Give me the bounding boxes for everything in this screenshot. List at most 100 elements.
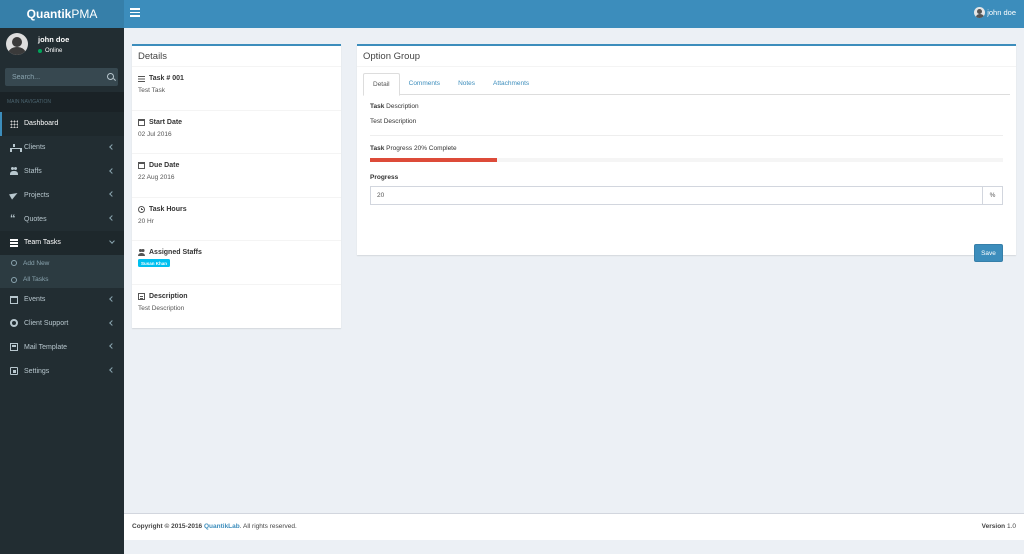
sidebar-item-label: Team Tasks [24, 239, 61, 247]
detail-value: Test Task [138, 87, 165, 94]
users-icon [138, 249, 145, 257]
quote-icon: “ [10, 213, 16, 226]
sidebar-item-clients[interactable]: Clients [0, 136, 124, 160]
version: Version 1.0 [981, 523, 1016, 530]
circle-icon [11, 260, 17, 267]
chevron-left-icon [109, 167, 115, 174]
avatar [6, 33, 28, 55]
save-button[interactable]: Save [974, 244, 1003, 262]
sidebar-item-label: Quotes [24, 215, 47, 223]
sidebar-item-dashboard[interactable]: Dashboard [0, 112, 124, 136]
details-title: Details [132, 46, 341, 67]
sidebar-item-label: Staffs [24, 167, 42, 175]
clock-icon [138, 205, 145, 213]
detail-label: Assigned Staffs [149, 249, 202, 257]
option-group-box: Option Group Detail Comments Notes Attac… [357, 44, 1016, 262]
nav-header: MAIN NAVIGATION [0, 92, 124, 112]
progress-heading: Task Progress 20% Complete [370, 145, 457, 152]
detail-value: 02 Jul 2016 [138, 130, 172, 138]
detail-row-start-date: Start Date 02 Jul 2016 [132, 111, 341, 155]
footer: Copyright © 2015-2016 QuantikLab. All ri… [124, 513, 1024, 540]
tab-detail[interactable]: Detail [363, 73, 400, 96]
sidebar: john doe Online MAIN NAVIGATION Dashboar… [0, 28, 124, 554]
chevron-left-icon [109, 295, 115, 302]
sidebar-item-staffs[interactable]: Staffs [0, 160, 124, 184]
chevron-left-icon [109, 319, 115, 326]
top-navbar: john doe [124, 0, 1024, 28]
sidebar-item-settings[interactable]: Settings [0, 359, 124, 383]
sitemap-icon [10, 143, 22, 152]
search-input[interactable] [5, 73, 104, 81]
life-ring-icon [10, 319, 18, 328]
divider [370, 135, 1003, 136]
sidebar-toggle-icon[interactable] [130, 8, 140, 18]
sidebar-subitem-all-tasks[interactable]: All Tasks [0, 271, 124, 288]
tab-notes[interactable]: Notes [449, 73, 484, 94]
bottom-strip [124, 540, 1024, 554]
user-status-label: Online [45, 48, 63, 54]
percent-addon: % [982, 187, 1002, 204]
online-dot-icon [38, 49, 42, 53]
detail-label: Task # 001 [149, 75, 184, 82]
settings-icon [10, 367, 18, 376]
search-icon[interactable] [104, 70, 118, 84]
detail-value: Test Description [138, 304, 185, 312]
detail-row-task: Task # 001 Test Task [132, 67, 341, 111]
detail-label: Task Hours [149, 205, 187, 213]
user-panel: john doe Online [0, 28, 124, 66]
tab-detail-panel: Task Description Test Description Task P… [370, 103, 1003, 262]
tab-attachments[interactable]: Attachments [484, 73, 538, 94]
sidebar-item-label: Clients [24, 144, 46, 152]
list-icon [138, 75, 145, 82]
sidebar-subitem-label: Add New [23, 259, 50, 267]
sidebar-item-client-support[interactable]: Client Support [0, 312, 124, 336]
sidebar-menu: Dashboard Clients Staffs Projects “ Quot… [0, 112, 124, 383]
sidebar-subitem-label: All Tasks [23, 276, 49, 284]
chevron-left-icon [109, 215, 115, 222]
progress-bar [370, 158, 1003, 162]
chevron-left-icon [109, 143, 115, 150]
detail-row-task-hours: Task Hours 20 Hr [132, 198, 341, 242]
user-status: Online [38, 48, 62, 54]
progress-field-label: Progress [370, 174, 399, 181]
file-icon [138, 292, 145, 300]
sidebar-item-label: Events [24, 296, 46, 304]
detail-label: Start Date [149, 118, 183, 126]
circle-icon [11, 276, 17, 283]
chevron-left-icon [109, 343, 115, 350]
sidebar-item-projects[interactable]: Projects [0, 183, 124, 207]
sidebar-item-label: Projects [24, 191, 50, 199]
brand-light: PMA [71, 7, 98, 21]
detail-row-due-date: Due Date 22 Aug 2016 [132, 154, 341, 198]
brand-logo[interactable]: Quantik PMA [0, 0, 124, 28]
sidebar-item-mail-template[interactable]: Mail Template [0, 335, 124, 359]
sidebar-item-quotes[interactable]: “ Quotes [0, 207, 124, 231]
user-avatar-icon [974, 7, 986, 18]
tab-comments[interactable]: Comments [400, 73, 449, 94]
sidebar-item-team-tasks[interactable]: Team Tasks [0, 230, 124, 255]
sidebar-item-label: Dashboard [24, 120, 59, 128]
detail-row-assigned-staffs: Assigned Staffs Susan Khan [132, 241, 341, 285]
progress-input-group: % [370, 186, 1003, 205]
option-group-title: Option Group [357, 46, 1016, 67]
user-menu[interactable]: john doe [974, 7, 1016, 18]
sidebar-subitem-add-new[interactable]: Add New [0, 255, 124, 272]
company-link[interactable]: QuantikLab [204, 523, 240, 530]
sidebar-item-events[interactable]: Events [0, 288, 124, 312]
chevron-left-icon [109, 191, 115, 198]
staff-badge[interactable]: Susan Khan [138, 259, 171, 268]
chevron-down-icon [109, 238, 115, 244]
progress-bar-fill [370, 158, 497, 162]
description-heading: Task Description [370, 103, 419, 110]
progress-input[interactable] [371, 187, 982, 204]
sidebar-item-label: Mail Template [24, 343, 68, 351]
users-icon [10, 167, 18, 176]
details-box: Details Task # 001 Test Task Start Date … [132, 44, 341, 328]
sidebar-item-label: Client Support [24, 319, 69, 327]
sidebar-search [5, 68, 118, 86]
team-tasks-submenu: Add New All Tasks [0, 254, 124, 288]
calendar-icon [10, 295, 18, 304]
envelope-icon [10, 343, 18, 352]
detail-value: 22 Aug 2016 [138, 174, 175, 182]
sidebar-item-label: Settings [24, 367, 50, 375]
